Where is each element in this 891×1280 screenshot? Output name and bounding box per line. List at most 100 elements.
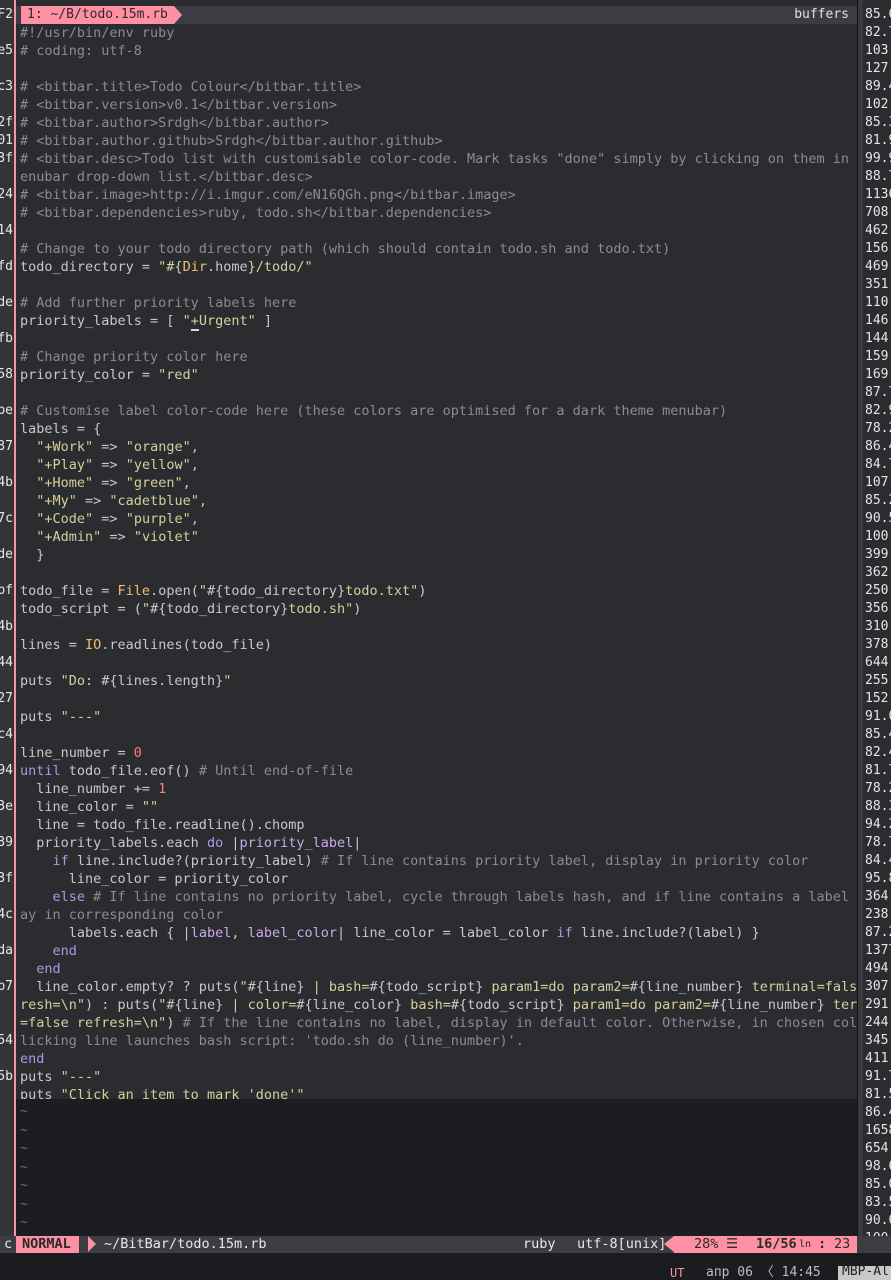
code-line[interactable]: end bbox=[20, 942, 77, 960]
code-line[interactable]: # <bitbar.author.github>Srdgh</bitbar.au… bbox=[20, 132, 443, 150]
code-line[interactable]: todo_script = ("#{todo_directory}todo.sh… bbox=[20, 600, 361, 618]
code-line[interactable]: todo_file = File.open("#{todo_directory}… bbox=[20, 582, 426, 600]
code-line[interactable]: line_color = priority_color bbox=[20, 870, 288, 888]
left-pane-row: 01 bbox=[0, 133, 13, 148]
mode-arrow-icon bbox=[88, 1236, 96, 1252]
code-token: ) : puts( bbox=[85, 997, 159, 1013]
code-line[interactable]: # Add further priority labels here bbox=[20, 294, 296, 312]
left-pane-row: da bbox=[0, 943, 13, 958]
code-token: end bbox=[20, 1051, 45, 1067]
left-pane-row: b7 bbox=[0, 979, 13, 994]
status-col-separator: : bbox=[818, 1236, 827, 1252]
code-line[interactable]: priority_color = "red" bbox=[20, 366, 199, 384]
code-line[interactable]: if line.include?(priority_label) # If li… bbox=[20, 852, 809, 870]
code-line[interactable]: # <bitbar.dependencies>ruby, todo.sh</bi… bbox=[20, 204, 491, 222]
code-line[interactable]: ay in corresponding color bbox=[20, 906, 223, 924]
code-line[interactable]: puts "---" bbox=[20, 708, 101, 726]
tmux-datetime: апр 06 〈 14:45 bbox=[706, 1265, 821, 1280]
code-line[interactable]: enubar drop-down list.</bitbar.desc> bbox=[20, 168, 313, 186]
code-line[interactable]: =false refresh=\n") # If the line contai… bbox=[20, 1014, 857, 1032]
right-pane-row: 99.9 bbox=[865, 151, 891, 166]
code-line[interactable]: else # If line contains no priority labe… bbox=[20, 888, 857, 906]
code-line[interactable]: # <bitbar.image>http://i.imgur.com/eN16Q… bbox=[20, 186, 516, 204]
right-pane-row: 462. bbox=[865, 223, 891, 238]
code-line[interactable]: end bbox=[20, 960, 60, 978]
code-line[interactable]: # <bitbar.version>v0.1</bitbar.version> bbox=[20, 96, 337, 114]
editor-pane[interactable]: 1: ~/B/todo.15m.rb ◀ buffers #!/usr/bin/… bbox=[16, 0, 857, 1253]
left-pane-row: 3f bbox=[0, 871, 13, 886]
code-line[interactable]: until todo_file.eof() # Until end-of-fil… bbox=[20, 762, 353, 780]
code-line[interactable]: "+Code" => "purple", bbox=[20, 510, 199, 528]
code-line[interactable]: puts "---" bbox=[20, 1068, 101, 1086]
code-token: # Change to your todo directory path (wh… bbox=[20, 241, 671, 257]
code-line[interactable]: licking line launches bash script: 'todo… bbox=[20, 1032, 524, 1050]
code-line[interactable]: # <bitbar.desc>Todo list with customisab… bbox=[20, 150, 857, 168]
code-token: => bbox=[93, 475, 126, 491]
code-line[interactable]: lines = IO.readlines(todo_file) bbox=[20, 636, 272, 654]
code-line[interactable]: "+Home" => "green", bbox=[20, 474, 190, 492]
code-line[interactable]: todo_directory = "#{Dir.home}/todo/" bbox=[20, 258, 313, 276]
code-token: todo_script = ( bbox=[20, 601, 142, 617]
code-line[interactable]: line_number += 1 bbox=[20, 780, 166, 798]
right-pane-row: 86.4 bbox=[865, 439, 891, 454]
code-line[interactable]: "+Play" => "yellow", bbox=[20, 456, 199, 474]
code-token: todo_file.eof() bbox=[60, 763, 199, 779]
buffers-label[interactable]: buffers bbox=[780, 6, 857, 24]
right-pane[interactable]: 85.6 82.7 103. 127. 89.4 102. 85.3 81.9 99.9 88.7… bbox=[863, 0, 891, 1253]
code-token: #{todo_directory} bbox=[150, 601, 289, 617]
right-pane-row: 345. bbox=[865, 1033, 891, 1048]
right-pane-row: 85.4 bbox=[865, 727, 891, 742]
code-line[interactable]: line = todo_file.readline().chomp bbox=[20, 816, 304, 834]
status-position: 28% ☰ 16/56 ln : 23 bbox=[674, 1236, 857, 1253]
code-line[interactable]: "+Work" => "orange", bbox=[20, 438, 199, 456]
statusline: c NORMAL ~/BitBar/todo.15m.rb ruby utf-8… bbox=[0, 1236, 891, 1253]
code-line[interactable]: #!/usr/bin/env ruby bbox=[20, 24, 174, 42]
code-line[interactable]: # Change priority color here bbox=[20, 348, 248, 366]
tab-active[interactable]: 1: ~/B/todo.15m.rb bbox=[21, 6, 174, 24]
left-pane[interactable]: F2 e5 c3 2f 01 3f 24 14 fd de fb 58 be 37 4b 7c de bf 4b 44… bbox=[0, 0, 14, 1253]
code-line[interactable]: # Customise label color-code here (these… bbox=[20, 402, 727, 420]
code-token: #{line_color} bbox=[296, 997, 403, 1013]
code-line[interactable]: "+My" => "cadetblue", bbox=[20, 492, 207, 510]
right-pane-row: 291. bbox=[865, 997, 891, 1012]
right-pane-row: 88.7 bbox=[865, 169, 891, 184]
code-token: # <bitbar.author.github>Srdgh</bitbar.au… bbox=[20, 133, 443, 149]
code-line[interactable]: # Change to your todo directory path (wh… bbox=[20, 240, 670, 258]
line-number-icon: ln bbox=[799, 1239, 812, 1250]
code-line[interactable]: "+Admin" => "violet" bbox=[20, 528, 199, 546]
left-pane-row: 3e bbox=[0, 799, 13, 814]
code-line[interactable]: end bbox=[20, 1050, 44, 1068]
right-pane-row: 156. bbox=[865, 241, 891, 256]
code-line[interactable]: line_number = 0 bbox=[20, 744, 142, 762]
code-line[interactable]: labels = { bbox=[20, 420, 101, 438]
code-line[interactable]: # coding: utf-8 bbox=[20, 42, 142, 60]
right-pane-row: 88.3 bbox=[865, 799, 891, 814]
code-line[interactable]: priority_labels.each do |priority_label| bbox=[20, 834, 361, 852]
right-pane-row: 1658 bbox=[865, 1123, 891, 1138]
right-pane-row: 469. bbox=[865, 259, 891, 274]
code-line[interactable]: puts "Do: #{lines.length}" bbox=[20, 672, 231, 690]
right-pane-row: 100. bbox=[865, 529, 891, 544]
code-line[interactable]: # <bitbar.title>Todo Colour</bitbar.titl… bbox=[20, 78, 361, 96]
code-line[interactable]: line_color = "" bbox=[20, 798, 158, 816]
right-pane-row: 83.5 bbox=[865, 1195, 891, 1210]
right-pane-row: 310. bbox=[865, 619, 891, 634]
code-line[interactable]: resh=\n") : puts("#{line} | color=#{line… bbox=[20, 996, 857, 1014]
right-pane-row: 78.2 bbox=[865, 421, 891, 436]
code-token: param1=do param2= bbox=[483, 979, 630, 995]
code-line[interactable]: } bbox=[20, 546, 44, 564]
code-line[interactable]: line_color.empty? ? puts("#{line} | bash… bbox=[20, 978, 857, 996]
code-token: "+Code" bbox=[36, 511, 94, 527]
code-line[interactable]: priority_labels = [ "+Urgent" ] bbox=[20, 312, 272, 331]
code-line[interactable]: # <bitbar.author>Srdgh</bitbar.author> bbox=[20, 114, 329, 132]
empty-line-tilde: ~ bbox=[20, 1178, 28, 1193]
code-token: #{line} bbox=[247, 979, 305, 995]
code-line[interactable]: labels.each { |label, label_color| line_… bbox=[20, 924, 760, 942]
code-token: "+Play" bbox=[36, 457, 94, 473]
right-pane-row: 78.2 bbox=[865, 781, 891, 796]
